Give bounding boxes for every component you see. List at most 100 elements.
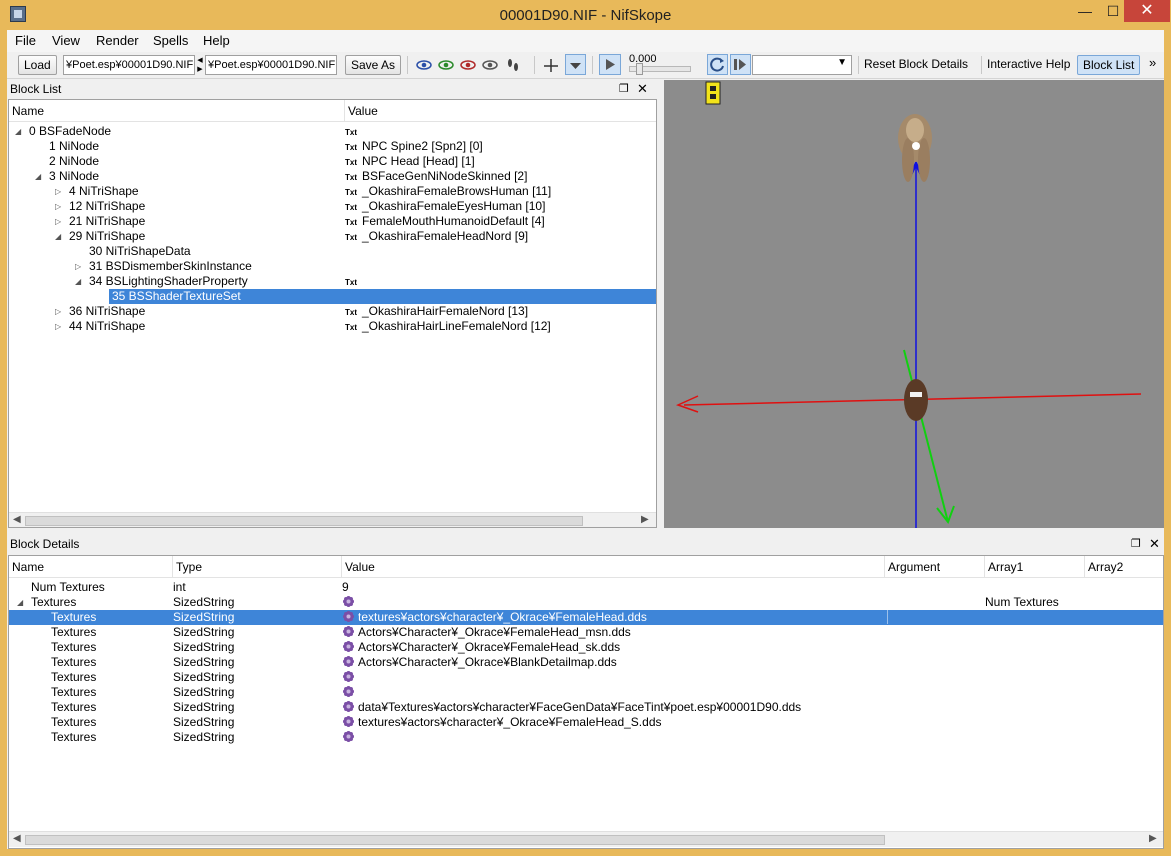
scroll-right-icon[interactable]: ▶ bbox=[1149, 833, 1157, 844]
block-list-row[interactable]: ▷ 4 NiTriShape Txt _OkashiraFemaleBrowsHuma… bbox=[9, 184, 656, 199]
time-slider[interactable] bbox=[629, 63, 691, 75]
field-value[interactable]: Actors¥Character¥_Okrace¥FemaleHead_msn.… bbox=[342, 625, 631, 640]
edit-flower-icon[interactable] bbox=[342, 625, 355, 638]
collapsed-arrow-icon[interactable]: ▷ bbox=[55, 214, 61, 229]
viewport-gizmo-icon[interactable] bbox=[705, 81, 721, 105]
time-slider-handle[interactable] bbox=[636, 63, 643, 75]
edit-flower-icon[interactable] bbox=[342, 670, 355, 683]
details-row[interactable]: Textures SizedString Actors¥Character¥_Okr… bbox=[9, 655, 1163, 670]
collapsed-arrow-icon[interactable]: ▷ bbox=[55, 199, 61, 214]
field-value[interactable]: textures¥actors¥character¥_Okrace¥Female… bbox=[342, 715, 662, 730]
view-red-eye-icon[interactable] bbox=[459, 56, 477, 74]
block-list-row[interactable]: ▷ 21 NiTriShape Txt FemaleMouthHumanoidDefa… bbox=[9, 214, 656, 229]
render-viewport[interactable] bbox=[664, 80, 1164, 528]
expanded-arrow-icon[interactable]: ◢ bbox=[35, 169, 41, 184]
details-header-type[interactable]: Type bbox=[173, 556, 342, 578]
details-row[interactable]: Textures SizedString data¥Textures¥actors¥… bbox=[9, 700, 1163, 715]
walk-mode-icon[interactable] bbox=[504, 56, 522, 74]
collapsed-arrow-icon[interactable]: ▷ bbox=[55, 319, 61, 334]
edit-flower-icon[interactable] bbox=[342, 595, 355, 608]
details-header-name[interactable]: Name bbox=[9, 556, 173, 578]
load-button[interactable]: Load bbox=[18, 55, 57, 75]
field-value[interactable]: textures¥actors¥character¥_Okrace¥Female… bbox=[342, 610, 888, 624]
block-list-row[interactable]: ◢ 3 NiNode Txt BSFaceGenNiNodeSkinned [2] bbox=[9, 169, 656, 184]
close-window-button[interactable]: ✕ bbox=[1124, 0, 1170, 22]
field-value[interactable]: Actors¥Character¥_Okrace¥FemaleHead_sk.d… bbox=[342, 640, 620, 655]
expanded-arrow-icon[interactable]: ◢ bbox=[55, 229, 61, 244]
block-details-scroll-thumb[interactable] bbox=[25, 835, 885, 845]
details-row[interactable]: Num Textures int 9 bbox=[9, 580, 1163, 595]
animation-sequence-select[interactable]: ▼ bbox=[752, 55, 852, 75]
details-row[interactable]: Textures SizedString textures¥actors¥chara… bbox=[9, 610, 1163, 625]
axis-gizmo-icon[interactable] bbox=[542, 56, 560, 74]
minimize-button[interactable]: — bbox=[1070, 0, 1100, 22]
field-value[interactable]: Actors¥Character¥_Okrace¥BlankDetailmap.… bbox=[342, 655, 617, 670]
path-arrows-icon[interactable]: ◀ ▶ bbox=[196, 56, 204, 74]
block-list-hscrollbar[interactable]: ◀ ▶ bbox=[9, 512, 656, 527]
play-animation-icon[interactable] bbox=[599, 54, 621, 75]
details-row[interactable]: Textures SizedString textures¥actors¥chara… bbox=[9, 715, 1163, 730]
block-list-row[interactable]: ◢ 0 BSFadeNode Txt bbox=[9, 124, 656, 139]
reset-block-details-button[interactable]: Reset Block Details bbox=[864, 57, 968, 71]
collapsed-arrow-icon[interactable]: ▷ bbox=[75, 259, 81, 274]
field-value[interactable] bbox=[342, 730, 358, 745]
float-dock-icon[interactable]: ❐ bbox=[619, 80, 629, 98]
details-row[interactable]: Textures SizedString Actors¥Character¥_Okr… bbox=[9, 625, 1163, 640]
details-row[interactable]: Textures SizedString Actors¥Character¥_Okr… bbox=[9, 640, 1163, 655]
scroll-right-icon[interactable]: ▶ bbox=[641, 514, 649, 525]
scroll-left-icon[interactable]: ◀ bbox=[13, 514, 21, 525]
collapsed-arrow-icon[interactable]: ▷ bbox=[55, 184, 61, 199]
close-dock-icon[interactable]: ✕ bbox=[637, 80, 648, 98]
expanded-arrow-icon[interactable]: ◢ bbox=[75, 274, 81, 289]
block-list-header-value[interactable]: Value bbox=[345, 100, 656, 122]
block-list-row[interactable]: ◢ 29 NiTriShape Txt _OkashiraFemaleHeadNord… bbox=[9, 229, 656, 244]
field-value[interactable] bbox=[342, 595, 358, 610]
details-header-array1[interactable]: Array1 bbox=[985, 556, 1085, 578]
details-row[interactable]: Textures SizedString bbox=[9, 730, 1163, 745]
expanded-arrow-icon[interactable]: ◢ bbox=[15, 124, 21, 139]
details-header-argument[interactable]: Argument bbox=[885, 556, 985, 578]
block-list-row[interactable]: 30 NiTriShapeData bbox=[9, 244, 656, 259]
field-value[interactable] bbox=[342, 670, 358, 685]
details-header-array2[interactable]: Array2 bbox=[1085, 556, 1163, 578]
view-dropdown-icon[interactable] bbox=[565, 54, 586, 75]
menu-file[interactable]: File bbox=[15, 33, 36, 48]
close-dock-icon[interactable]: ✕ bbox=[1149, 535, 1160, 553]
block-details-hscrollbar[interactable]: ◀ ▶ bbox=[9, 831, 1163, 847]
load-path-input[interactable]: ¥Poet.esp¥00001D90.NIF bbox=[63, 55, 195, 75]
edit-flower-icon[interactable] bbox=[342, 685, 355, 698]
edit-flower-icon[interactable] bbox=[342, 610, 355, 623]
vertical-splitter[interactable] bbox=[657, 80, 664, 528]
toolbar-overflow-button[interactable]: » bbox=[1149, 55, 1156, 70]
save-as-button[interactable]: Save As bbox=[345, 55, 402, 75]
save-path-input[interactable]: ¥Poet.esp¥00001D90.NIF bbox=[205, 55, 337, 75]
block-list-row[interactable]: 2 NiNode Txt NPC Head [Head] [1] bbox=[9, 154, 656, 169]
menu-render[interactable]: Render bbox=[96, 33, 139, 48]
collapsed-arrow-icon[interactable]: ▷ bbox=[55, 304, 61, 319]
loop-animation-icon[interactable] bbox=[707, 54, 728, 75]
details-row[interactable]: Textures SizedString bbox=[9, 685, 1163, 700]
menu-view[interactable]: View bbox=[52, 33, 80, 48]
interactive-help-button[interactable]: Interactive Help bbox=[987, 57, 1070, 71]
switch-sequence-icon[interactable] bbox=[730, 54, 751, 75]
edit-flower-icon[interactable] bbox=[342, 655, 355, 668]
float-dock-icon[interactable]: ❐ bbox=[1131, 535, 1141, 553]
block-list-row[interactable]: ▷ 36 NiTriShape Txt _OkashiraHairFemaleNord… bbox=[9, 304, 656, 319]
block-list-scroll-thumb[interactable] bbox=[25, 516, 583, 526]
details-header-value[interactable]: Value bbox=[342, 556, 885, 578]
block-list-row[interactable]: 1 NiNode Txt NPC Spine2 [Spn2] [0] bbox=[9, 139, 656, 154]
edit-flower-icon[interactable] bbox=[342, 715, 355, 728]
edit-flower-icon[interactable] bbox=[342, 640, 355, 653]
title-bar[interactable]: 00001D90.NIF - NifSkope — ☐ ✕ bbox=[7, 0, 1170, 30]
edit-flower-icon[interactable] bbox=[342, 730, 355, 743]
field-value[interactable] bbox=[342, 685, 358, 700]
block-list-row[interactable]: ▷ 44 NiTriShape Txt _OkashiraHairLineFemale… bbox=[9, 319, 656, 334]
block-list-row[interactable]: ▷ 12 NiTriShape Txt _OkashiraFemaleEyesHuma… bbox=[9, 199, 656, 214]
view-gray-eye-icon[interactable] bbox=[481, 56, 499, 74]
edit-flower-icon[interactable] bbox=[342, 700, 355, 713]
block-list-row[interactable]: 35 BSShaderTextureSet bbox=[9, 289, 656, 304]
menu-help[interactable]: Help bbox=[203, 33, 230, 48]
horizontal-splitter[interactable] bbox=[7, 528, 1164, 535]
view-blue-eye-icon[interactable] bbox=[415, 56, 433, 74]
field-value[interactable]: 9 bbox=[342, 580, 349, 595]
